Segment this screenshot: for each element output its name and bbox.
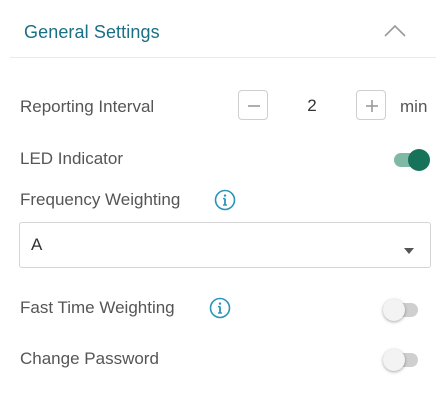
toggle-knob [383, 349, 405, 371]
plus-icon [366, 100, 378, 112]
reporting-interval-label: Reporting Interval [20, 97, 155, 116]
toggle-knob [408, 149, 430, 171]
led-indicator-toggle[interactable] [394, 149, 430, 171]
general-settings-panel: General Settings Reporting Interval 2 mi… [0, 0, 446, 409]
decrement-button[interactable] [238, 90, 268, 120]
change-password-label: Change Password [20, 349, 159, 368]
interval-unit: min [400, 97, 428, 116]
frequency-weighting-value: A [31, 235, 43, 254]
info-icon[interactable] [209, 297, 231, 319]
header-divider [10, 57, 436, 58]
chevron-up-icon[interactable] [383, 24, 407, 38]
frequency-weighting-label: Frequency Weighting [20, 190, 181, 209]
fast-time-weighting-label: Fast Time Weighting [20, 298, 175, 317]
led-indicator-label: LED Indicator [20, 149, 123, 168]
caret-down-icon [403, 242, 415, 260]
interval-value[interactable]: 2 [282, 96, 342, 116]
fast-time-weighting-toggle[interactable] [383, 299, 420, 321]
change-password-toggle[interactable] [383, 349, 420, 371]
frequency-weighting-select[interactable]: A [19, 222, 431, 268]
minus-icon [248, 105, 260, 107]
toggle-knob [383, 299, 405, 321]
info-icon[interactable] [214, 189, 236, 211]
section-title: General Settings [24, 22, 160, 42]
section-header[interactable]: General Settings [0, 0, 446, 62]
increment-button[interactable] [356, 90, 386, 120]
